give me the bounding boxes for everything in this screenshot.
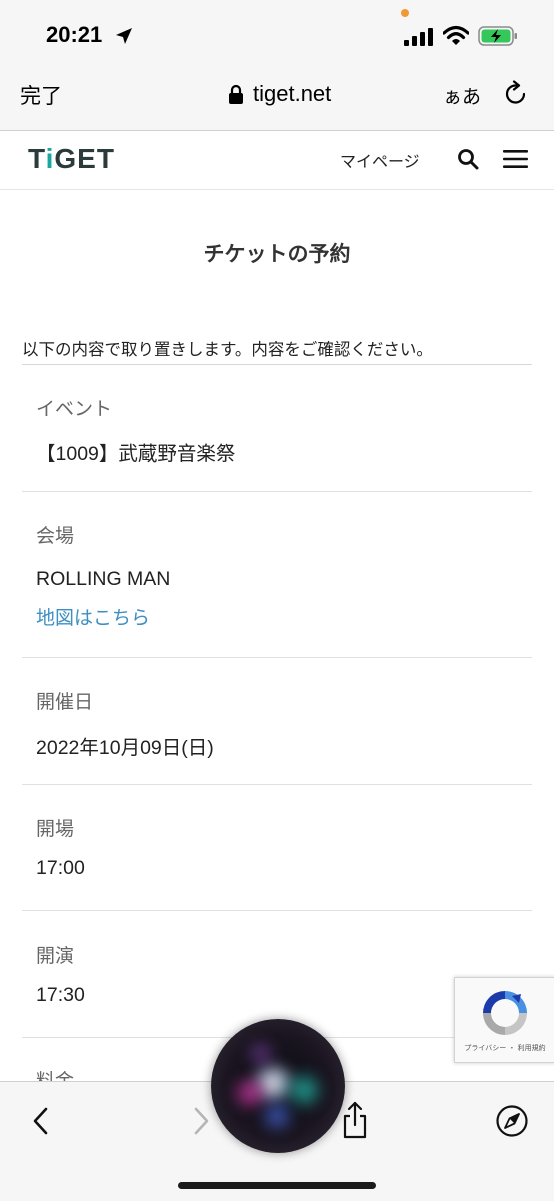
doors-open-value: 17:00 [36,857,85,879]
logo-letter-t: T [28,143,46,174]
status-bar: 20:21 [0,0,554,62]
show-start-label: 開演 [36,945,75,967]
venue-value: ROLLING MAN [36,568,171,590]
forward-icon[interactable] [190,1106,212,1136]
url-text: tiget.net [253,81,332,106]
back-icon[interactable] [30,1106,52,1136]
logo-letters-get: GET [54,143,115,174]
recaptcha-icon [483,991,527,1035]
doors-open-label: 開場 [36,818,75,840]
siri-glow-purple [241,1039,281,1069]
compass-icon[interactable] [495,1104,529,1138]
reload-icon[interactable] [502,80,530,108]
venue-label: 会場 [36,525,75,547]
intro-text: 以下の内容で取り置きします。内容をご確認ください。 [22,340,433,359]
home-indicator[interactable] [178,1182,376,1189]
location-arrow-icon [116,28,132,44]
status-time: 20:21 [46,22,103,47]
divider [22,364,532,365]
lock-icon [229,84,243,104]
recaptcha-badge[interactable]: プライバシー ・ 利用規約 [454,977,554,1063]
done-button[interactable]: 完了 [20,80,62,110]
siri-glow-blue [255,1099,299,1133]
event-label: イベント [36,398,113,420]
share-icon[interactable] [340,1100,370,1140]
search-icon[interactable] [457,148,479,170]
mypage-link[interactable]: マイページ [340,148,420,172]
wifi-icon [443,25,469,45]
browser-address-bar: 完了 tiget.net ぁあ [0,62,554,131]
divider [22,784,532,785]
url-field[interactable]: tiget.net [228,78,331,110]
divider [22,910,532,911]
hamburger-menu-icon[interactable] [503,149,528,169]
privacy-indicator-dot [401,9,409,17]
divider [22,491,532,492]
divider [22,657,532,658]
site-header: TiGET マイページ [0,131,554,190]
siri-orb[interactable] [211,1019,345,1153]
recaptcha-privacy-terms[interactable]: プライバシー ・ 利用規約 [455,1043,554,1053]
date-label: 開催日 [36,691,94,713]
battery-charging-icon [478,26,517,46]
map-link[interactable]: 地図はこちら [36,603,150,630]
show-start-value: 17:30 [36,984,85,1006]
event-value: 【1009】武蔵野音楽祭 [36,443,236,465]
text-size-button[interactable]: ぁあ [443,82,481,109]
page-title: チケットの予約 [203,242,351,266]
signal-icon [404,28,433,46]
tiget-logo[interactable]: TiGET [28,143,115,175]
date-value: 2022年10月09日(日) [36,737,214,759]
